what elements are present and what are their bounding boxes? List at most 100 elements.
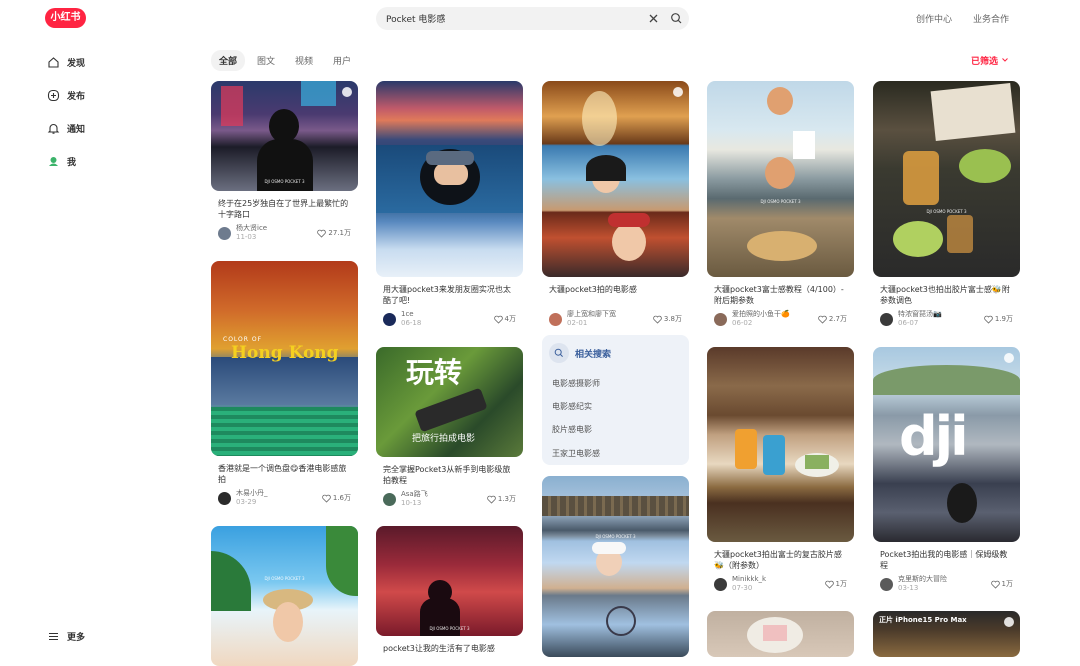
- author-name[interactable]: Minikkk_k: [732, 575, 825, 584]
- note-cover[interactable]: DJI OSMO POCKET 3: [376, 526, 523, 636]
- search-icon[interactable]: [670, 12, 683, 25]
- image-watermark: DJI OSMO POCKET 3: [926, 209, 967, 214]
- like-button[interactable]: 2.7万: [818, 314, 847, 324]
- related-item[interactable]: 电影感摄影师: [552, 378, 600, 389]
- heart-icon: [322, 494, 331, 503]
- like-count: 4万: [504, 315, 516, 323]
- note-card[interactable]: 大疆pocket3拍的电影感 廖上宽和廖下宽 02-01 3.8万: [542, 81, 689, 328]
- note-card[interactable]: DJI OSMO POCKET 3 大疆pocket3也拍出胶片富士感🐝附参数调…: [873, 81, 1020, 328]
- author-name[interactable]: 爱拍照的小鱼干🍊: [732, 310, 818, 319]
- note-card[interactable]: DJI OSMO POCKET 3 终于在25岁独自在了世界上最繁忙的十字路口 …: [211, 81, 358, 242]
- note-card[interactable]: 大疆pocket3拍出富士的复古胶片感🐝（附参数） Minikkk_k 07-30…: [707, 347, 854, 593]
- like-button[interactable]: 1万: [824, 579, 847, 589]
- note-card[interactable]: DJI OSMO POCKET 3 pocket3让我的生活有了电影感: [376, 526, 523, 665]
- like-button[interactable]: 1万: [990, 579, 1013, 589]
- note-card[interactable]: DJI OSMO POCKET 3: [211, 526, 358, 666]
- note-card[interactable]: COLOR OF Hong Kong 香港就是一个调色盘😋香港电影感旅拍 木易小…: [211, 261, 358, 507]
- like-button[interactable]: 27.1万: [317, 228, 351, 238]
- note-cover[interactable]: 正片 iPhone15 Pro Max: [873, 611, 1020, 657]
- related-item[interactable]: 胶片感电影: [552, 424, 592, 435]
- avatar[interactable]: [714, 312, 727, 326]
- note-cover[interactable]: 玩转 把旅行拍成电影: [376, 347, 523, 457]
- author-name[interactable]: 杨大贤ice: [236, 224, 317, 233]
- like-button[interactable]: 1.9万: [984, 314, 1013, 324]
- sidebar-item-discover[interactable]: 发现: [47, 56, 85, 69]
- play-icon: [673, 87, 683, 97]
- note-card[interactable]: dji Pocket3拍出我的电影感｜保姆级教程 克里斯的大冒险 03-13 1万: [873, 347, 1020, 593]
- business-link[interactable]: 业务合作: [973, 12, 1009, 25]
- tab-video[interactable]: 视频: [287, 50, 321, 71]
- plus-icon: [47, 89, 60, 102]
- note-cover[interactable]: COLOR OF Hong Kong: [211, 261, 358, 456]
- note-cover[interactable]: DJI OSMO POCKET 3: [211, 81, 358, 191]
- sidebar-item-more[interactable]: 更多: [47, 630, 85, 643]
- heart-icon: [317, 229, 327, 238]
- note-cover[interactable]: [542, 81, 689, 277]
- note-cover[interactable]: DJI OSMO POCKET 3: [211, 526, 358, 666]
- like-count: 1万: [835, 580, 847, 588]
- logo[interactable]: 小红书: [45, 8, 86, 28]
- note-cover[interactable]: DJI OSMO POCKET 3: [707, 81, 854, 277]
- avatar[interactable]: [218, 491, 231, 505]
- note-cover[interactable]: [707, 611, 854, 657]
- search-bar[interactable]: [376, 7, 689, 30]
- avatar[interactable]: [714, 577, 727, 591]
- note-title: pocket3让我的生活有了电影感: [383, 644, 495, 653]
- avatar[interactable]: [383, 492, 396, 506]
- note-cover[interactable]: [376, 81, 523, 277]
- note-cover[interactable]: DJI OSMO POCKET 3: [873, 81, 1020, 277]
- related-item[interactable]: 王家卫电影感: [552, 448, 600, 459]
- author-name[interactable]: 廖上宽和廖下宽: [567, 310, 653, 319]
- post-date: 03-29: [236, 498, 257, 506]
- author-name[interactable]: 克里斯的大冒险: [898, 575, 991, 584]
- post-date: 06-02: [732, 319, 753, 327]
- avatar[interactable]: [880, 577, 893, 591]
- note-title: 大疆pocket3也拍出胶片富士感🐝附参数调色: [880, 285, 1010, 305]
- like-button[interactable]: 1.3万: [487, 494, 516, 504]
- play-icon: [342, 87, 352, 97]
- like-count: 1.3万: [497, 495, 516, 503]
- sidebar-item-publish[interactable]: 发布: [47, 89, 85, 102]
- note-cover[interactable]: [707, 347, 854, 542]
- image-watermark: DJI OSMO POCKET 3: [264, 576, 305, 581]
- author-name[interactable]: 1ce: [401, 310, 494, 319]
- sidebar-item-notifications[interactable]: 通知: [47, 122, 85, 135]
- note-cover[interactable]: dji: [873, 347, 1020, 542]
- post-date: 06-07: [898, 319, 919, 327]
- close-icon[interactable]: [647, 12, 660, 25]
- note-card[interactable]: DJI OSMO POCKET 3: [542, 476, 689, 657]
- tab-image-text[interactable]: 图文: [249, 50, 283, 71]
- tab-all[interactable]: 全部: [211, 50, 246, 71]
- avatar[interactable]: [218, 226, 231, 240]
- note-card[interactable]: 用大疆pocket3来发朋友圈实况也太酷了吧! 1ce 06-18 4万: [376, 81, 523, 328]
- creator-center-link[interactable]: 创作中心: [916, 12, 952, 25]
- related-item[interactable]: 电影感纪实: [552, 401, 592, 412]
- like-button[interactable]: 3.8万: [653, 314, 682, 324]
- like-count: 2.7万: [828, 315, 847, 323]
- filter-button[interactable]: 已筛选: [971, 54, 1009, 67]
- note-card[interactable]: 正片 iPhone15 Pro Max: [873, 611, 1020, 657]
- sidebar-item-label: 更多: [67, 633, 86, 643]
- avatar[interactable]: [880, 312, 893, 326]
- sidebar-item-label: 发现: [67, 59, 86, 69]
- author-name[interactable]: Asa路飞: [401, 490, 487, 499]
- avatar[interactable]: [383, 312, 396, 326]
- note-title: 用大疆pocket3来发朋友圈实况也太酷了吧!: [383, 285, 511, 305]
- like-button[interactable]: 1.6万: [322, 493, 351, 503]
- chevron-down-icon: [1002, 58, 1009, 62]
- sidebar-item-me[interactable]: 我: [47, 155, 76, 168]
- note-cover[interactable]: DJI OSMO POCKET 3: [542, 476, 689, 657]
- heart-icon: [493, 315, 503, 324]
- note-card[interactable]: [707, 611, 854, 657]
- author-name[interactable]: 特浓窗琵汤📷: [898, 310, 984, 319]
- note-card[interactable]: DJI OSMO POCKET 3 大疆pocket3富士感教程（4/100）-…: [707, 81, 854, 328]
- like-button[interactable]: 4万: [493, 314, 516, 324]
- tab-users[interactable]: 用户: [325, 50, 359, 71]
- search-icon: [554, 348, 563, 357]
- author-name[interactable]: 木易小丹_: [236, 489, 322, 498]
- play-icon: [1004, 617, 1014, 627]
- note-title: 大疆pocket3拍的电影感: [549, 285, 637, 294]
- note-card[interactable]: 玩转 把旅行拍成电影 完全掌握Pocket3从新手到电影级旅拍教程 Asa路飞 1…: [376, 347, 523, 508]
- avatar[interactable]: [549, 312, 562, 326]
- search-input[interactable]: [386, 10, 636, 27]
